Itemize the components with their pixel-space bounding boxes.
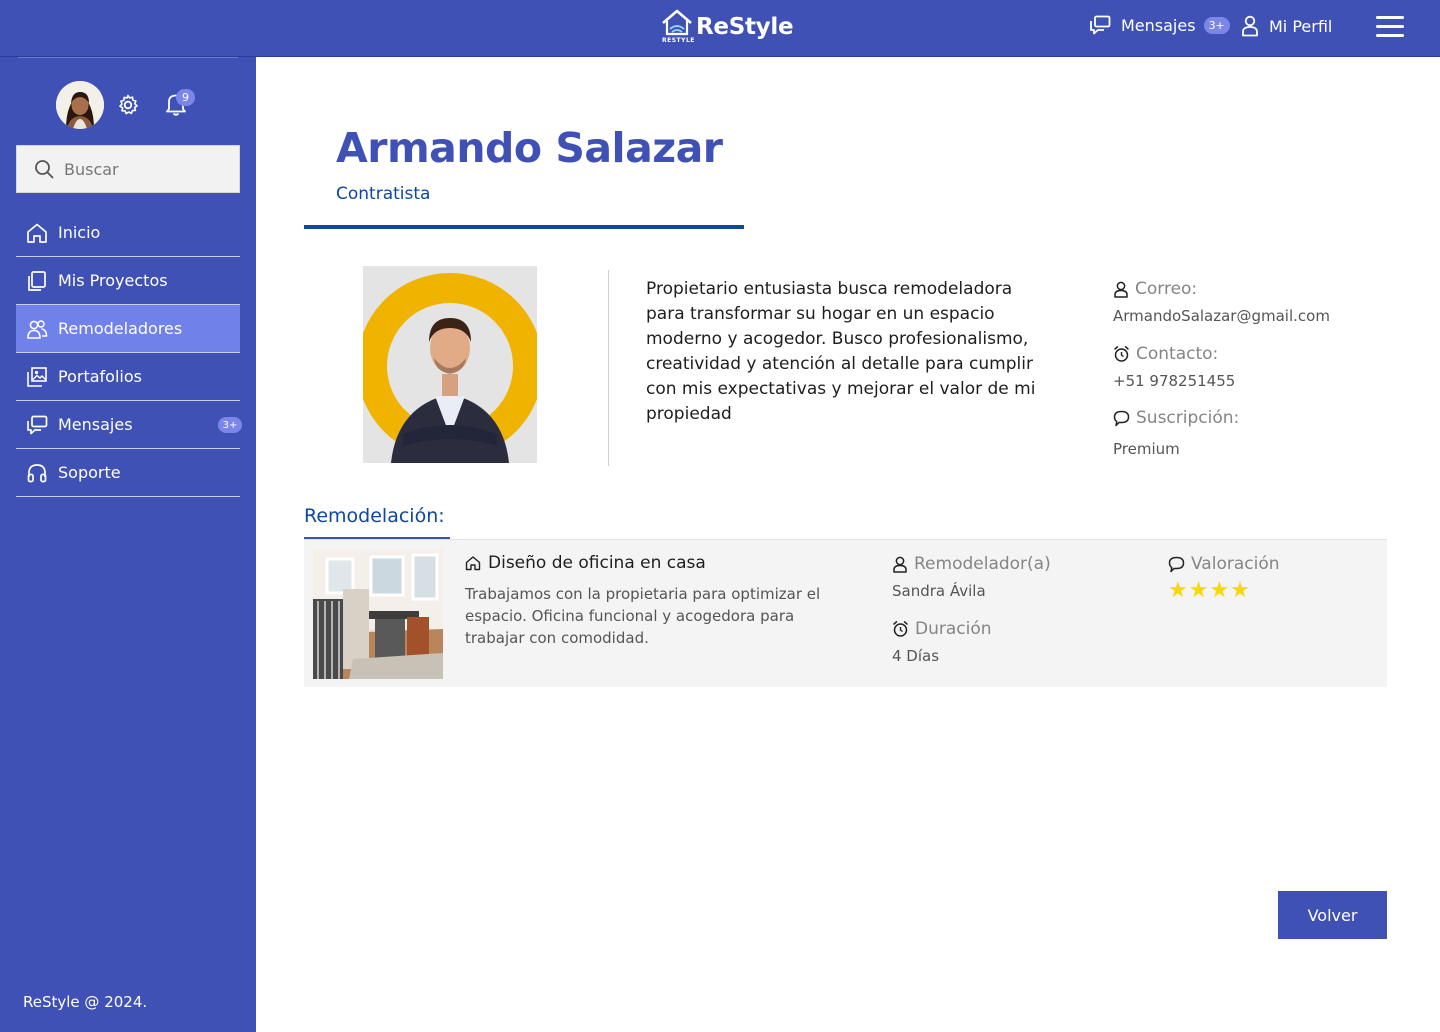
users-icon [27,319,48,339]
house-logo-icon: RESTYLE [660,8,696,46]
contact-block: Contacto: +51 978251455 [1113,344,1235,390]
sidebar-item-portafolios[interactable]: Portafolios [16,353,240,401]
avatar[interactable] [56,81,104,129]
top-messages-label: Mensajes [1121,15,1196,35]
rating-block: Valoración ★★★★ [1168,554,1280,603]
messages-icon [27,415,48,434]
subscription-value: Premium [1113,440,1180,458]
rating-label: Valoración [1191,554,1280,574]
sidebar-divider [18,57,238,58]
sidebar-nav: Inicio Mis Proyectos Remodeladores Porta… [16,209,242,497]
contact-value: +51 978251455 [1113,372,1236,390]
sidebar-item-soporte[interactable]: Soporte [16,449,240,497]
user-icon [893,556,907,573]
sidebar-item-label: Portafolios [58,367,142,386]
profile-bio: Propietario entusiasta busca remodelador… [646,279,1036,424]
settings-gear-icon[interactable] [116,93,140,117]
subscription-block: Suscripción: Premium [1113,408,1239,458]
vertical-divider [608,270,609,466]
logo-subtext: RESTYLE [662,37,695,44]
sidebar-item-label: Inicio [58,223,101,242]
home-icon [465,556,481,571]
search-input[interactable] [64,159,214,179]
sidebar-item-inicio[interactable]: Inicio [16,209,240,257]
top-profile-label: Mi Perfil [1269,16,1333,36]
remodel-title: Diseño de oficina en casa [488,553,706,573]
remodeler-value: Sandra Ávila [892,582,986,600]
duration-value: 4 Días [892,647,940,665]
page-title: Armando Salazar [336,124,723,172]
email-block: Correo: ArmandoSalazar@gmail.com [1113,279,1330,325]
remodel-card[interactable]: Diseño de oficina en casa Trabajamos con… [304,539,1387,687]
top-bar: RESTYLE ReStyle Mensajes 3+ Mi Perfil [0,0,1440,57]
back-button[interactable]: Volver [1278,891,1387,939]
messages-badge: 3+ [218,417,242,433]
messages-icon [1090,15,1111,35]
speech-bubble-icon [1113,410,1130,427]
user-icon [1114,281,1128,298]
logo-text: ReStyle [696,14,794,40]
top-messages-link[interactable]: Mensajes 3+ [1089,15,1230,35]
remodeler-block: Remodelador(a) Sandra Ávila [892,554,1051,600]
duration-label: Duración [915,619,992,639]
profile-photo [363,266,537,463]
sidebar-item-label: Mis Proyectos [58,271,168,290]
remodel-title-row: Diseño de oficina en casa [465,553,706,573]
email-label: Correo: [1135,279,1198,299]
rating-stars: ★★★★ [1168,578,1251,603]
messages-badge: 3+ [1203,16,1230,34]
notifications-badge: 9 [176,89,195,106]
brand-logo[interactable]: RESTYLE ReStyle [660,7,794,47]
email-value: ArmandoSalazar@gmail.com [1113,307,1330,325]
sidebar-item-mis-proyectos[interactable]: Mis Proyectos [16,257,240,305]
sidebar-item-mensajes[interactable]: Mensajes 3+ [16,401,242,449]
home-icon [27,223,47,243]
speech-bubble-icon [1168,556,1185,573]
top-profile-link[interactable]: Mi Perfil [1241,15,1332,37]
sidebar-item-label: Mensajes [58,415,133,434]
remodel-photo [313,549,443,679]
sidebar-item-label: Soporte [58,463,121,482]
title-underline [304,225,744,229]
remodeler-label: Remodelador(a) [914,554,1051,574]
contact-label: Contacto: [1136,344,1219,364]
sidebar-footer: ReStyle @ 2024. [23,993,148,1011]
alarm-clock-icon [893,621,908,637]
projects-icon [28,270,46,291]
sidebar: 9 Inicio Mis Proyectos [0,57,256,1032]
remodel-section-title: Remodelación: [304,505,445,527]
profile-role: Contratista [336,184,431,204]
search-icon [35,160,54,179]
user-icon [1242,15,1258,37]
duration-block: Duración 4 Días [892,619,992,665]
alarm-clock-icon [1114,346,1129,362]
hamburger-menu-icon[interactable] [1376,16,1404,38]
sidebar-item-remodeladores[interactable]: Remodeladores [16,305,240,353]
sidebar-item-label: Remodeladores [58,319,183,338]
remodel-description: Trabajamos con la propietaria para optim… [465,585,821,647]
search-box[interactable] [16,145,240,193]
subscription-label: Suscripción: [1136,408,1240,428]
portfolio-icon [27,366,47,387]
headset-icon [27,463,47,482]
